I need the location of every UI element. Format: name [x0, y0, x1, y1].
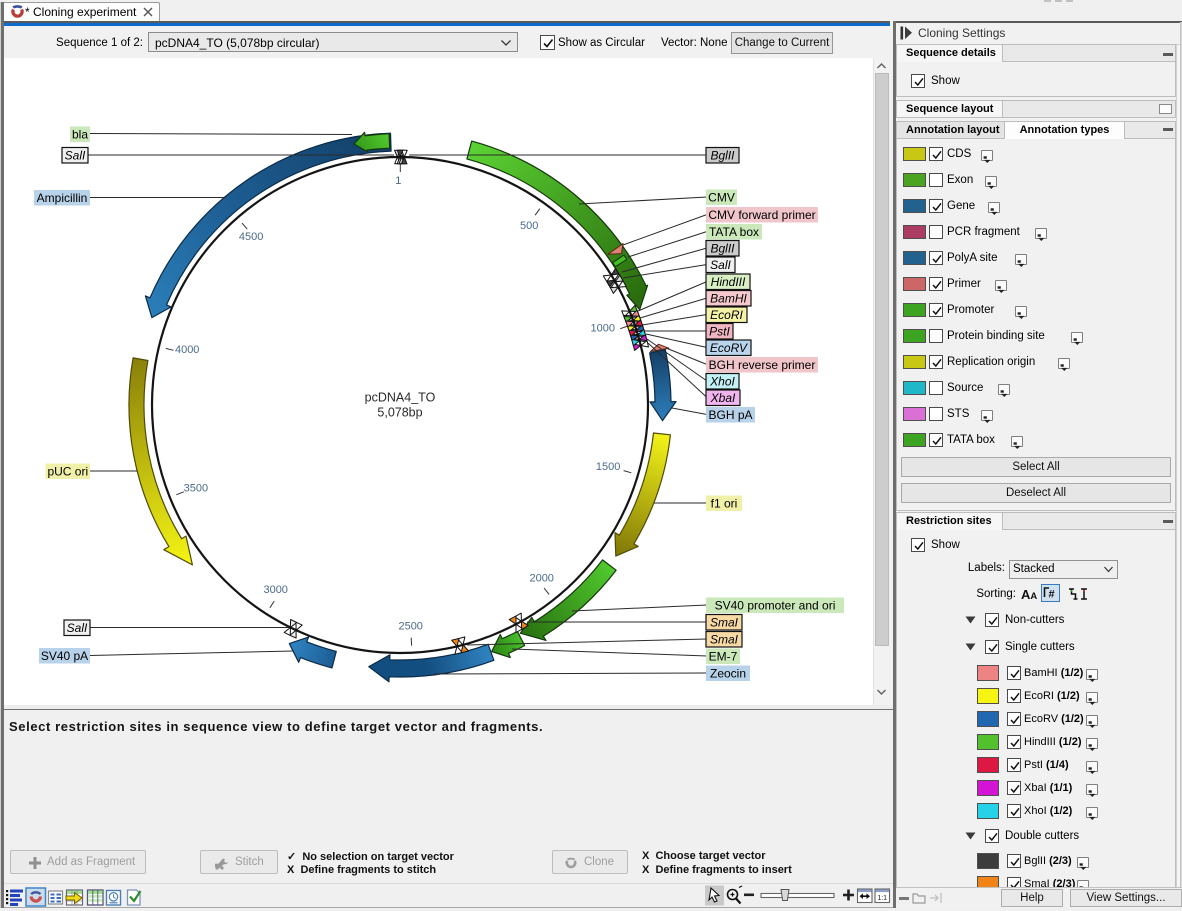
svg-text:500: 500 [520, 220, 538, 232]
svg-text:2500: 2500 [398, 621, 422, 633]
svg-text:BglII: BglII [710, 148, 735, 162]
svg-text:bla: bla [72, 127, 88, 141]
svg-text:CMV forward primer: CMV forward primer [708, 208, 815, 222]
svg-text:EcoRI: EcoRI [710, 308, 743, 322]
svg-text:4000: 4000 [175, 344, 199, 356]
svg-text:SV40 promoter and ori: SV40 promoter and ori [715, 598, 836, 612]
svg-text:2000: 2000 [529, 573, 553, 585]
svg-text:SalI: SalI [65, 148, 86, 162]
svg-text:4500: 4500 [239, 231, 263, 243]
svg-text:f1 ori: f1 ori [711, 496, 738, 510]
svg-text:SV40 pA: SV40 pA [41, 649, 88, 663]
svg-text:pcDNA4_TO: pcDNA4_TO [365, 391, 436, 405]
svg-text:CMV: CMV [708, 190, 735, 204]
svg-text:BamHI: BamHI [710, 291, 747, 305]
svg-text:1000: 1000 [591, 323, 615, 335]
svg-text:SmaI: SmaI [710, 632, 739, 646]
svg-text:#: # [1049, 589, 1055, 601]
svg-text:3500: 3500 [184, 482, 208, 494]
svg-text:EcoRV: EcoRV [710, 341, 748, 355]
svg-text:EM-7: EM-7 [709, 649, 738, 663]
svg-text:SalI: SalI [67, 621, 88, 635]
svg-text:BglII: BglII [710, 241, 735, 255]
svg-text:pUC ori: pUC ori [47, 464, 88, 478]
svg-text:Ampicillin: Ampicillin [37, 191, 88, 205]
svg-text:Zeocin: Zeocin [710, 666, 746, 680]
svg-text:SmaI: SmaI [710, 615, 739, 629]
svg-text:XhoI: XhoI [709, 374, 735, 388]
svg-text:TATA box: TATA box [709, 225, 759, 239]
svg-text:3000: 3000 [263, 584, 287, 596]
svg-text:5,078bp: 5,078bp [377, 406, 422, 420]
svg-text:XbaI: XbaI [710, 391, 736, 405]
svg-text:PstI: PstI [709, 324, 730, 338]
svg-text:1: 1 [395, 175, 401, 187]
svg-text:BGH pA: BGH pA [708, 408, 752, 422]
svg-text:BGH reverse primer: BGH reverse primer [709, 358, 816, 372]
svg-text:1:1: 1:1 [877, 895, 887, 902]
svg-text:1500: 1500 [596, 461, 620, 473]
svg-text:HindIII: HindIII [711, 275, 746, 289]
svg-text:SalI: SalI [710, 258, 731, 272]
